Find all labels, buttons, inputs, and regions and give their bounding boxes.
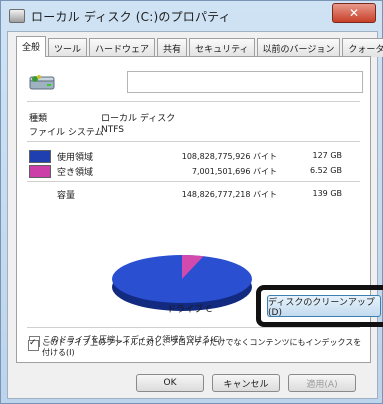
- ok-button[interactable]: OK: [136, 374, 204, 392]
- general-panel: 種類 ローカル ディスク ファイル システム NTFS 使用領域 108,828…: [16, 56, 383, 363]
- tab-sharing[interactable]: 共有: [157, 38, 188, 57]
- capacity-size: 139 GB: [312, 189, 343, 198]
- divider: [27, 327, 360, 328]
- volume-label-input[interactable]: [127, 71, 363, 93]
- drive-icon: [29, 75, 55, 90]
- apply-button[interactable]: 適用(A): [288, 374, 356, 392]
- drive-icon-small: [9, 9, 25, 23]
- used-bytes: 108,828,775,926 バイト: [181, 152, 277, 161]
- title-bar[interactable]: ローカル ディスク (C:)のプロパティ ✕: [1, 1, 382, 29]
- properties-window: ローカル ディスク (C:)のプロパティ ✕ 全般 ツール ハードウェア 共有 …: [0, 0, 383, 404]
- tab-general[interactable]: 全般: [16, 36, 47, 57]
- index-label: このドライブ上のファイルに対し、プロパティだけでなくコンテンツにもインデックスを…: [42, 338, 362, 357]
- used-label: 使用領域: [57, 153, 94, 163]
- index-checkbox[interactable]: [28, 338, 39, 351]
- cancel-button[interactable]: キャンセル: [212, 374, 280, 392]
- close-button[interactable]: ✕: [332, 3, 376, 23]
- used-swatch: [29, 150, 51, 163]
- tab-security[interactable]: セキュリティ: [189, 38, 255, 57]
- tab-tools[interactable]: ツール: [48, 38, 88, 57]
- tab-strip: 全般 ツール ハードウェア 共有 セキュリティ 以前のバージョン クォータ: [16, 36, 383, 57]
- divider: [27, 101, 360, 102]
- fs-label: ファイル システム: [29, 128, 104, 138]
- tab-hardware[interactable]: ハードウェア: [89, 38, 156, 57]
- type-label: 種類: [29, 114, 48, 124]
- window-title: ローカル ディスク (C:)のプロパティ: [31, 10, 231, 24]
- used-size: 127 GB: [312, 151, 343, 160]
- free-swatch: [29, 165, 51, 178]
- free-label: 空き領域: [57, 168, 94, 178]
- divider: [27, 141, 360, 142]
- free-bytes: 7,001,501,696 バイト: [191, 167, 277, 176]
- capacity-label: 容量: [57, 191, 76, 201]
- highlight-frame: [256, 285, 383, 327]
- type-value: ローカル ディスク: [101, 114, 176, 124]
- dialog-client: 全般 ツール ハードウェア 共有 セキュリティ 以前のバージョン クォータ 種類…: [7, 31, 383, 399]
- capacity-bytes: 148,826,777,218 バイト: [181, 190, 277, 199]
- tab-quota[interactable]: クォータ: [342, 38, 383, 57]
- fs-value: NTFS: [101, 125, 124, 135]
- divider: [27, 181, 360, 182]
- tab-previous-versions[interactable]: 以前のバージョン: [256, 38, 341, 57]
- drive-label: ドライブ C: [167, 305, 213, 315]
- free-size: 6.52 GB: [309, 166, 342, 175]
